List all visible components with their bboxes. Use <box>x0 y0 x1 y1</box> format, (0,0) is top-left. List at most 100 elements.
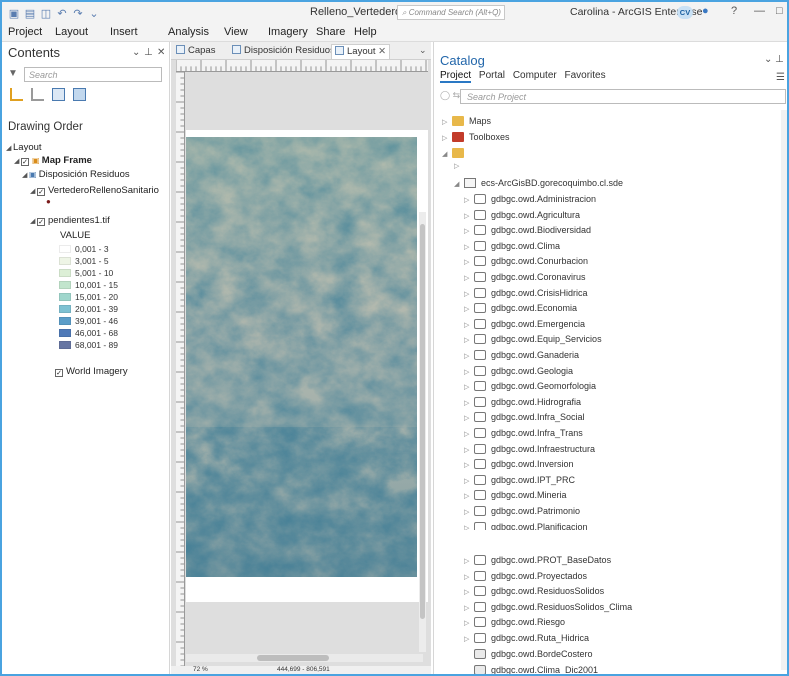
catalog-dataset-item[interactable]: ▷ gdbgc.owd.Biodiversidad <box>464 223 591 236</box>
catalog-dataset-item[interactable]: gdbgc.owd.BordeCostero <box>464 647 593 659</box>
collapse-icon[interactable]: ◢ <box>30 187 37 195</box>
expand-icon[interactable]: ▷ <box>464 321 474 329</box>
tree-item-basemap[interactable]: ✓ World Imagery <box>55 366 128 377</box>
tree-item-map-frame[interactable]: ◢ ✓ ▣ Map Frame <box>14 155 92 166</box>
collapse-icon[interactable]: ◢ <box>30 217 37 225</box>
catalog-dataset-item[interactable]: ▷ gdbgc.owd.Riesgo <box>464 615 565 628</box>
catalog-dataset-item[interactable]: ▷ gdbgc.owd.CrisisHidrica <box>464 286 588 298</box>
catalog-dataset-item[interactable]: ▷ gdbgc.owd.ResiduosSolidos <box>464 584 604 597</box>
map-frame-raster[interactable] <box>186 137 417 577</box>
tab-share[interactable]: Share <box>316 26 345 38</box>
vertical-scrollbar[interactable] <box>419 212 426 652</box>
expand-icon[interactable]: ▷ <box>464 414 474 422</box>
catalog-search-input[interactable]: Search Project <box>460 89 786 104</box>
catalog-item-maps[interactable]: ▷ Maps <box>442 114 491 126</box>
expand-icon[interactable]: ▷ <box>464 461 474 469</box>
save-project-icon[interactable]: ◫ <box>40 7 52 20</box>
tab-insert[interactable]: Insert <box>110 26 138 38</box>
open-project-icon[interactable]: ▤ <box>24 7 36 20</box>
expand-icon[interactable]: ▷ <box>464 446 474 454</box>
pin-icon[interactable]: ⊥ <box>775 54 784 65</box>
help-icon[interactable]: ? <box>731 5 737 17</box>
tab-view[interactable]: View <box>224 26 248 38</box>
tab-capas[interactable]: Capas <box>173 44 218 59</box>
tab-disposicion-residuos[interactable]: Disposición Residuos <box>229 44 338 59</box>
catalog-tab-portal[interactable]: Portal <box>479 70 505 81</box>
command-search-input[interactable]: ⌕ Command Search (Alt+Q) <box>397 5 505 20</box>
expand-icon[interactable]: ▷ <box>464 274 474 282</box>
catalog-tab-computer[interactable]: Computer <box>513 70 557 81</box>
pane-options-icon[interactable]: ⌄ <box>764 54 772 65</box>
scroll-thumb[interactable] <box>420 224 425 619</box>
checkbox-checked[interactable]: ✓ <box>37 218 45 226</box>
expand-icon[interactable]: ▷ <box>464 290 474 298</box>
data-source-icon[interactable] <box>31 88 44 101</box>
menu-icon[interactable]: ☰ <box>776 72 785 83</box>
catalog-dataset-item[interactable]: ▷ gdbgc.owd.IPT_PRC <box>464 473 575 485</box>
catalog-dataset-item[interactable]: ▷ gdbgc.owd.PROT_BaseDatos <box>464 553 611 565</box>
collapse-icon[interactable]: ◢ <box>22 171 29 179</box>
checkbox-checked[interactable]: ✓ <box>37 188 45 196</box>
maximize-icon[interactable]: □ <box>776 5 783 17</box>
catalog-item-toolboxes[interactable]: ▷ Toolboxes <box>442 130 510 142</box>
expand-icon[interactable]: ▷ <box>464 557 474 565</box>
tree-item-layer-raster[interactable]: ◢ ✓ pendientes1.tif <box>30 215 110 226</box>
catalog-dataset-item[interactable]: ▷ gdbgc.owd.Infraestructura <box>464 442 595 454</box>
expand-icon[interactable]: ▷ <box>464 399 474 407</box>
tab-layout-active[interactable]: Layout ✕ <box>331 44 391 59</box>
pin-icon[interactable]: ⊥ <box>144 47 153 58</box>
catalog-dataset-item[interactable]: ▷ gdbgc.owd.Ruta_Hidrica <box>464 631 589 643</box>
close-icon[interactable]: ✕ <box>157 47 165 58</box>
scroll-thumb[interactable] <box>257 655 329 661</box>
drawing-order-icon[interactable] <box>10 88 23 101</box>
redo-icon[interactable]: ↷ <box>72 7 84 20</box>
catalog-dataset-item[interactable]: ▷ gdbgc.owd.Geologia <box>464 364 573 376</box>
expand-icon[interactable]: ▷ <box>464 352 474 360</box>
catalog-dataset-item[interactable]: ▷ gdbgc.owd.Inversion <box>464 457 574 470</box>
collapse-icon[interactable]: ◢ <box>442 150 452 158</box>
tab-analysis[interactable]: Analysis <box>168 26 209 38</box>
catalog-dataset-item[interactable]: ▷ gdbgc.owd.Infra_Trans <box>464 426 583 438</box>
catalog-dataset-item[interactable]: ▷ gdbgc.owd.Patrimonio <box>464 504 580 516</box>
catalog-item-connection[interactable]: ◢ ecs-ArcGisBD.gorecoquimbo.cl.sde <box>454 176 623 188</box>
expand-icon[interactable]: ▷ <box>464 588 474 596</box>
tree-item-layout[interactable]: ◢ Layout <box>6 142 42 153</box>
expand-icon[interactable]: ▷ <box>464 305 474 313</box>
contents-search-input[interactable]: Search <box>24 67 162 82</box>
customize-icon[interactable]: ⌄ <box>88 7 100 20</box>
notifications-icon[interactable]: ● <box>702 5 709 17</box>
tree-item-layer-points[interactable]: ◢ ✓ VertederoRellenoSanitario <box>30 185 159 196</box>
expand-icon[interactable]: ▷ <box>464 508 474 516</box>
scale-combo[interactable]: 72 % <box>193 666 208 673</box>
catalog-dataset-item[interactable]: ▷ gdbgc.owd.Ganaderia <box>464 348 579 360</box>
expand-icon[interactable]: ▷ <box>464 212 474 220</box>
catalog-dataset-item[interactable]: ▷ gdbgc.owd.Proyectados <box>464 569 587 581</box>
catalog-dataset-item[interactable]: ▷ gdbgc.owd.Emergencia <box>464 317 585 329</box>
catalog-dataset-item[interactable]: ▷ gdbgc.owd.Agricultura <box>464 208 580 220</box>
expand-icon[interactable]: ▷ <box>464 619 474 627</box>
catalog-dataset-item[interactable]: ▷ gdbgc.owd.Mineria <box>464 488 567 501</box>
expand-icon[interactable]: ▷ <box>464 227 474 235</box>
catalog-dataset-item[interactable]: ▷ gdbgc.owd.Equip_Servicios <box>464 332 602 345</box>
collapse-icon[interactable]: ◢ <box>454 180 464 188</box>
new-project-icon[interactable]: ▣ <box>8 7 20 20</box>
catalog-dataset-item[interactable]: ▷ gdbgc.owd.Administracion <box>464 192 596 204</box>
expand-icon[interactable]: ▷ <box>464 383 474 391</box>
minimize-icon[interactable]: — <box>754 5 765 17</box>
catalog-dataset-item[interactable]: gdbgc.owd.Clima_Dic2001 <box>464 663 598 674</box>
tab-menu-icon[interactable]: ⌄ <box>419 45 427 56</box>
collapse-icon[interactable]: ◢ <box>14 157 21 165</box>
horizontal-scrollbar[interactable] <box>186 654 423 662</box>
expand-icon[interactable]: ▷ <box>442 134 452 142</box>
expand-icon[interactable]: ▷ <box>464 368 474 376</box>
expand-icon[interactable]: ▷ <box>464 635 474 643</box>
editing-icon[interactable] <box>73 88 86 101</box>
catalog-tab-favorites[interactable]: Favorites <box>565 70 606 81</box>
expand-icon[interactable]: ▷ <box>464 604 474 612</box>
expand-icon[interactable]: ▷ <box>464 196 474 204</box>
tab-project[interactable]: Project <box>8 26 42 38</box>
expand-icon[interactable]: ▷ <box>464 430 474 438</box>
expand-icon[interactable]: ▷ <box>464 243 474 251</box>
catalog-dataset-item[interactable]: ▷ gdbgc.owd.Hidrografia <box>464 395 581 407</box>
expand-icon[interactable]: ▷ <box>464 336 474 344</box>
